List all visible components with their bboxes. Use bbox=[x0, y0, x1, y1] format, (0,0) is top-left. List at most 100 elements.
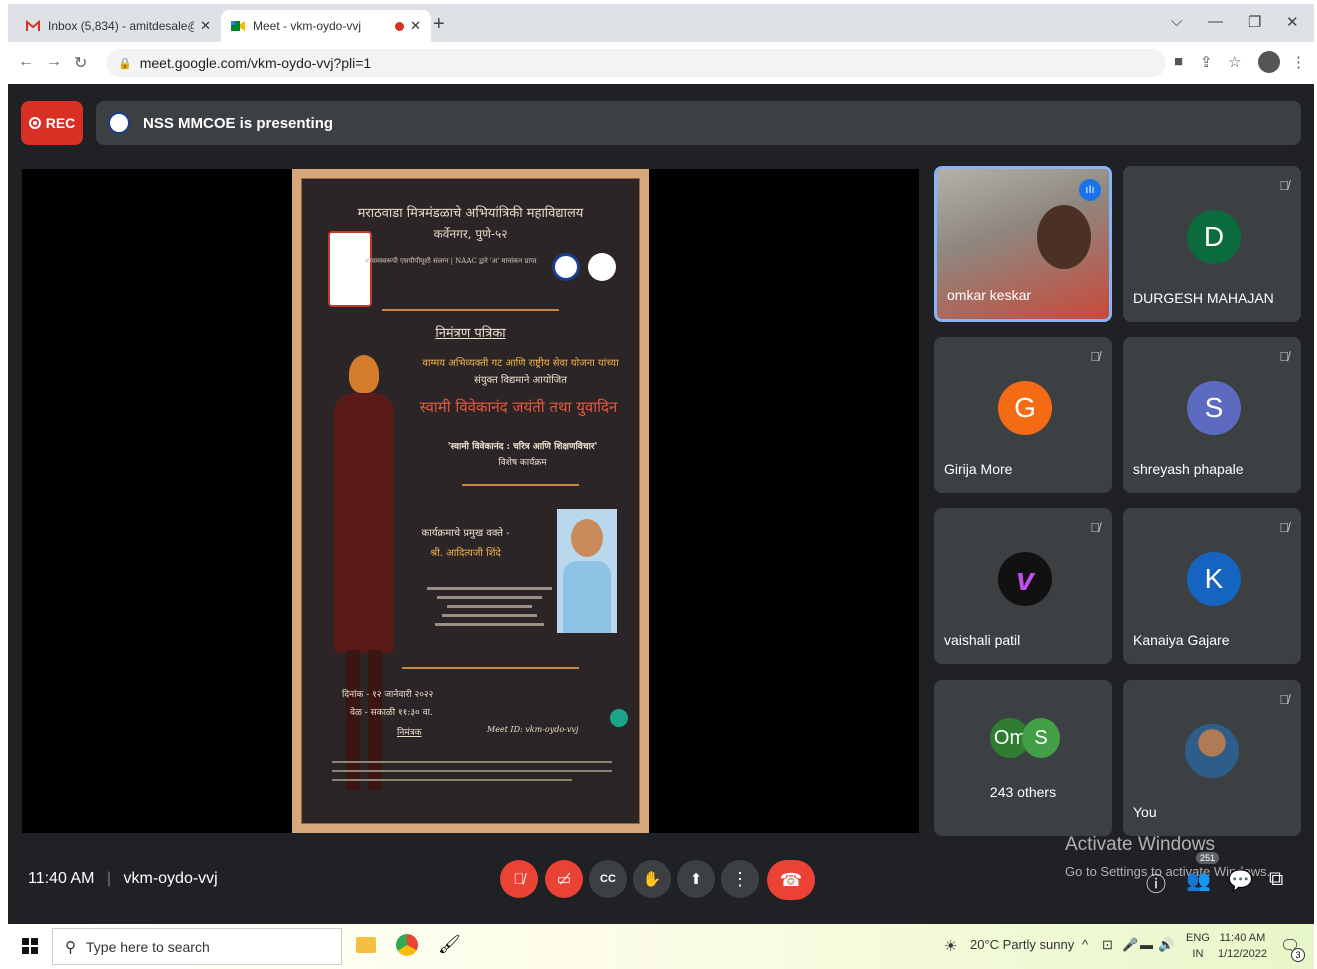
close-window-button[interactable]: ✕ bbox=[1286, 13, 1299, 31]
ornament-divider bbox=[462, 484, 579, 486]
self-photo-avatar bbox=[1185, 724, 1239, 778]
weather-text[interactable]: 20°C Partly sunny bbox=[970, 937, 1074, 952]
weather-icon: ☀ bbox=[944, 938, 958, 955]
file-explorer-icon[interactable] bbox=[356, 937, 376, 953]
close-tab-icon[interactable]: ✕ bbox=[410, 18, 421, 34]
participant-name: Girija More bbox=[944, 461, 1013, 477]
poster-topic: 'स्वामी विवेकानंद : चरित्र आणि शिक्षणविच… bbox=[447, 442, 598, 452]
network-icon[interactable]: ▬ bbox=[1140, 937, 1153, 952]
camera-indicator-icon[interactable]: ■ bbox=[1174, 53, 1183, 70]
presentation-stage: मराठवाडा मित्रमंडळाचे अभियांत्रिकी महावि… bbox=[22, 169, 919, 833]
raise-hand-button[interactable]: ✋ bbox=[633, 860, 671, 898]
poster-accreditation: कायमस्वरूपी एसपीपीयूशी संलग्न | NAAC द्व… bbox=[364, 257, 537, 265]
show-hidden-icons-icon[interactable]: ^ bbox=[1082, 937, 1088, 952]
nss-logo bbox=[552, 253, 580, 281]
rec-button[interactable]: REC bbox=[21, 101, 83, 145]
mic-off-icon: 🎙̸ bbox=[1090, 520, 1100, 535]
presenter-text: NSS MMCOE is presenting bbox=[143, 114, 334, 132]
tab-meet[interactable]: Meet - vkm-oydo-vvj ✕ bbox=[221, 10, 431, 42]
clock-time: 11:40 AM bbox=[1219, 932, 1266, 944]
participant-name: You bbox=[1133, 804, 1157, 820]
clock-date: 1/12/2022 bbox=[1218, 948, 1267, 960]
poster-college: मराठवाडा मित्रमंडळाचे अभियांत्रिकी महावि… bbox=[357, 206, 584, 221]
hang-up-icon: ☎ bbox=[779, 869, 803, 890]
tab-gmail[interactable]: Inbox (5,834) - amitdesale@mm ✕ bbox=[16, 10, 221, 42]
participant-avatar: S bbox=[1187, 381, 1241, 435]
mic-off-icon: 🎙̸ bbox=[1090, 349, 1100, 364]
mic-off-icon: 🎙̸ bbox=[1279, 520, 1289, 535]
poster-organizer-1: वाग्मय अभिव्यक्ती गट आणि राष्ट्रीय सेवा … bbox=[422, 358, 619, 369]
tab-title: Inbox (5,834) - amitdesale@mm bbox=[48, 19, 194, 33]
minimize-button[interactable]: — bbox=[1208, 13, 1223, 30]
camera-toggle-button[interactable]: ▭̸ bbox=[545, 860, 583, 898]
meet-icon bbox=[231, 20, 245, 32]
tab-search-icon[interactable]: ⌵ bbox=[1171, 13, 1182, 30]
mic-toggle-button[interactable]: 🎙̸ bbox=[500, 860, 538, 898]
participant-avatar: G bbox=[998, 381, 1052, 435]
profile-avatar[interactable] bbox=[1258, 51, 1280, 73]
mic-off-icon: 🎙̸ bbox=[513, 870, 525, 888]
meet-window: REC NSS MMCOE is presenting मराठवाडा मित… bbox=[8, 84, 1314, 924]
ornament-divider bbox=[382, 309, 559, 311]
forward-icon[interactable]: → bbox=[46, 53, 62, 71]
mic-off-icon: 🎙̸ bbox=[1279, 349, 1289, 364]
reload-icon[interactable]: ↻ bbox=[74, 53, 87, 73]
tray-app-icon[interactable]: ⊡ bbox=[1102, 937, 1113, 953]
people-icon[interactable]: 👥 bbox=[1186, 868, 1211, 893]
poster-invitation: निमंत्रण पत्रिका bbox=[435, 326, 506, 341]
more-options-button[interactable]: ⋮ bbox=[721, 860, 759, 898]
people-count-badge: 251 bbox=[1196, 852, 1220, 864]
windows-start-icon[interactable] bbox=[22, 938, 38, 954]
participant-name: DURGESH MAHAJAN bbox=[1133, 290, 1274, 306]
activities-icon[interactable]: ⧉ bbox=[1269, 868, 1283, 891]
participant-name: shreyash phapale bbox=[1133, 461, 1244, 477]
participant-tile-others[interactable]: Om S 243 others bbox=[934, 680, 1112, 836]
volume-icon[interactable]: 🔊 bbox=[1158, 937, 1174, 953]
participant-tile-shreyash[interactable]: 🎙̸ S shreyash phapale bbox=[1123, 337, 1301, 493]
participant-tile-kanaiya[interactable]: 🎙̸ K Kanaiya Gajare bbox=[1123, 508, 1301, 664]
chat-icon[interactable]: 💬 bbox=[1228, 868, 1253, 893]
participant-avatar: v bbox=[998, 552, 1052, 606]
activate-windows-title: Activate Windows bbox=[1065, 834, 1215, 855]
menu-dots-icon[interactable]: ⋮ bbox=[1291, 53, 1306, 71]
participant-tile-durgesh[interactable]: 🎙̸ D DURGESH MAHAJAN bbox=[1123, 166, 1301, 322]
restore-button[interactable]: ❐ bbox=[1248, 13, 1261, 31]
chrome-icon[interactable] bbox=[396, 934, 418, 956]
participant-tile-omkar[interactable]: ıIı omkar keskar bbox=[934, 166, 1112, 322]
poster-organizer-2: संयुक्त विद्यमाने आयोजित bbox=[474, 375, 567, 386]
close-tab-icon[interactable]: ✕ bbox=[200, 18, 211, 34]
meeting-info: 11:40 AM | vkm-oydo-vvj bbox=[28, 870, 218, 887]
share-icon[interactable]: ⇪ bbox=[1200, 53, 1213, 71]
presenter-logo bbox=[108, 112, 130, 134]
paint-app-icon[interactable]: 🖌 bbox=[438, 934, 461, 955]
meeting-code: vkm-oydo-vvj bbox=[123, 870, 218, 887]
system-clock[interactable]: 11:40 AM 1/12/2022 bbox=[1218, 930, 1267, 962]
language-code: ENG bbox=[1186, 932, 1210, 944]
captions-button[interactable]: CC bbox=[589, 860, 627, 898]
back-icon[interactable]: ← bbox=[18, 53, 34, 71]
leave-call-button[interactable]: ☎ bbox=[767, 860, 815, 900]
presenting-bar: NSS MMCOE is presenting bbox=[96, 101, 1301, 145]
notification-count: 3 bbox=[1291, 948, 1305, 962]
yuva-logo bbox=[588, 253, 616, 281]
bookmark-star-icon[interactable]: ☆ bbox=[1228, 53, 1241, 71]
participant-tile-you[interactable]: 🎙̸ You bbox=[1123, 680, 1301, 836]
url-field[interactable]: 🔒 meet.google.com/vkm-oydo-vvj?pli=1 bbox=[106, 49, 1166, 77]
microphone-icon[interactable]: 🎤 bbox=[1122, 937, 1138, 953]
taskbar-search-box[interactable]: ⚲ Type here to search bbox=[52, 928, 342, 965]
new-tab-button[interactable]: + bbox=[433, 13, 445, 36]
meeting-details-icon[interactable]: ⓘ bbox=[1146, 868, 1166, 897]
poster-special: विशेष कार्यक्रम bbox=[498, 458, 547, 468]
participant-tile-vaishali[interactable]: 🎙̸ v vaishali patil bbox=[934, 508, 1112, 664]
ornament-divider bbox=[402, 667, 579, 669]
present-button[interactable]: ⬆ bbox=[677, 860, 715, 898]
mic-off-icon: 🎙̸ bbox=[1279, 692, 1289, 707]
poster-meet-id: Meet ID: vkm-oydo-vvj bbox=[487, 725, 579, 734]
participant-tile-girija[interactable]: 🎙̸ G Girija More bbox=[934, 337, 1112, 493]
poster-event-title: स्वामी विवेकानंद जयंती तथा युवादिन bbox=[419, 398, 618, 416]
language-indicator[interactable]: ENG IN bbox=[1186, 930, 1210, 962]
tab-bar: Inbox (5,834) - amitdesale@mm ✕ Meet - v… bbox=[8, 4, 1314, 42]
tab-title: Meet - vkm-oydo-vvj bbox=[253, 19, 362, 33]
meeting-time: 11:40 AM bbox=[28, 870, 95, 887]
rec-label: REC bbox=[45, 115, 76, 131]
